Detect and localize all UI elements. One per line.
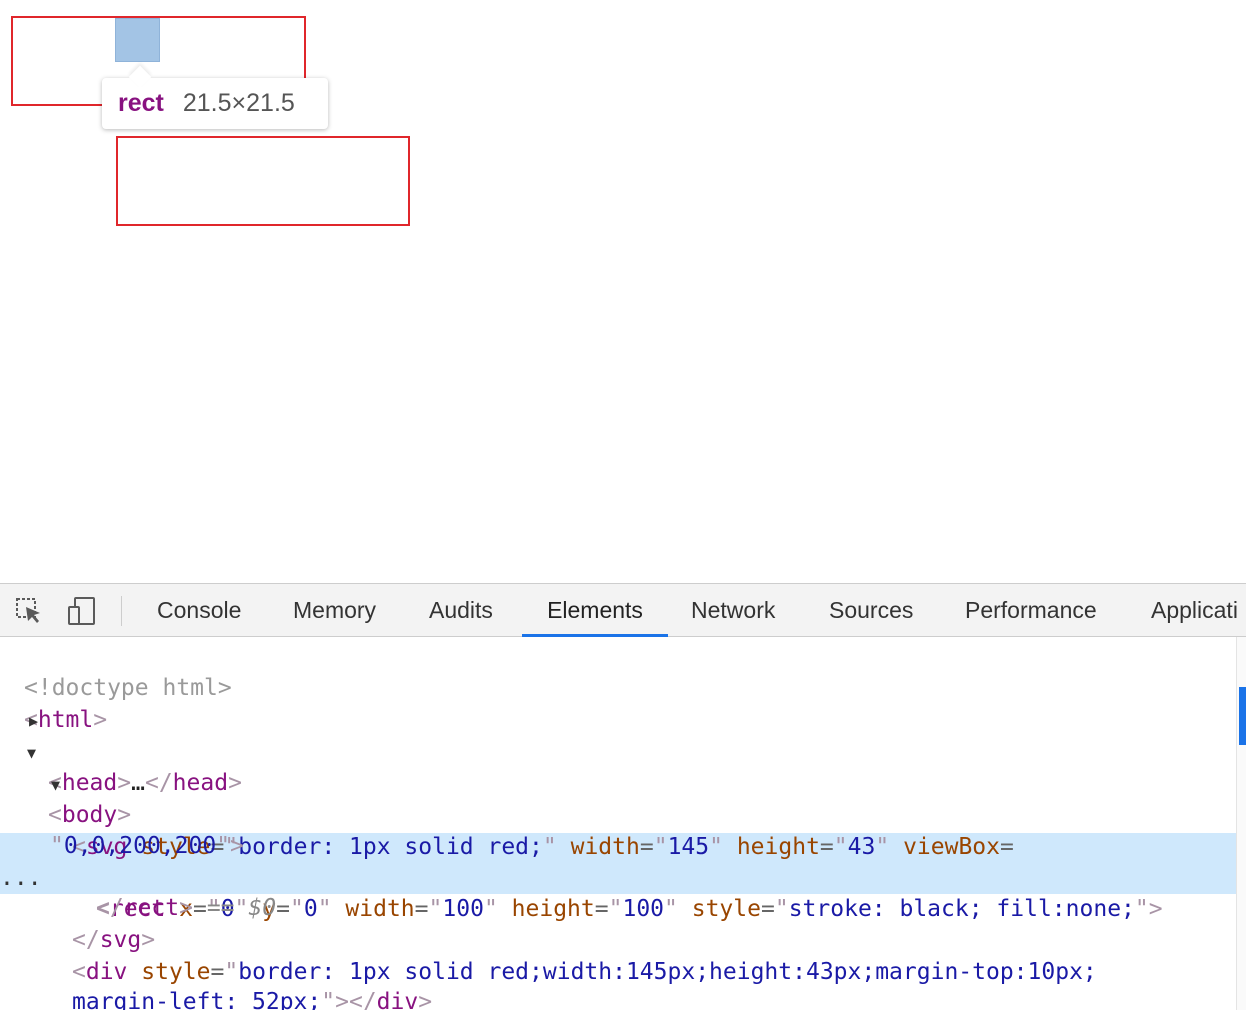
div-element-box — [116, 136, 410, 226]
tab-console[interactable]: Console — [157, 584, 241, 637]
tab-memory[interactable]: Memory — [293, 584, 376, 637]
tab-sources[interactable]: Sources — [829, 584, 913, 637]
dom-node-html[interactable]: <html> — [0, 674, 1236, 733]
tab-performance[interactable]: Performance — [965, 584, 1097, 637]
dom-node-svg-cont: "0,0,200,200"> — [50, 833, 244, 859]
dom-tree: <!doctype html> <html> ▶ <head>…</head> … — [0, 637, 1236, 1010]
dom-node-head[interactable]: ▶ <head>…</head> — [0, 706, 1236, 796]
tooltip-tag-name: rect — [118, 89, 164, 117]
dom-node-body[interactable]: ▼ <body> — [0, 738, 1236, 828]
tooltip-dimensions: 21.5×21.5 — [182, 89, 295, 117]
dom-node-svg-close[interactable]: </svg> — [0, 894, 1236, 953]
dom-node-rect[interactable]: ... <rect x="0" y="0" width="100" height… — [0, 832, 1236, 922]
tab-network[interactable]: Network — [691, 584, 775, 637]
dom-node-div-cont: margin-left: 52px;"></div> — [0, 956, 1236, 1010]
inspect-element-icon[interactable] — [14, 596, 44, 626]
toolbar-separator — [121, 596, 122, 626]
dom-node-rect-close[interactable]: </rect> == $0 — [0, 862, 1236, 921]
dom-node-doctype[interactable]: <!doctype html> — [0, 642, 1236, 701]
devtools-toolbar: Console Memory Audits Elements Network S… — [0, 583, 1246, 637]
device-toolbar-icon[interactable] — [67, 596, 97, 626]
devtools-panel: Console Memory Audits Elements Network S… — [0, 583, 1246, 1010]
page-viewport: rect 21.5×21.5 — [0, 0, 1246, 583]
collapse-triangle-icon[interactable]: ▼ — [51, 770, 60, 801]
tab-elements[interactable]: Elements — [522, 584, 668, 637]
dom-node-body-close[interactable]: </body> — [0, 988, 1236, 1010]
scrollbar-thumb[interactable] — [1239, 687, 1246, 745]
collapse-triangle-icon[interactable]: ▼ — [27, 738, 36, 769]
rect-inspect-highlight — [115, 18, 160, 62]
inspect-tooltip: rect 21.5×21.5 — [102, 78, 328, 129]
dom-node-div[interactable]: <div style="border: 1px solid red;width:… — [0, 926, 1236, 985]
tab-audits[interactable]: Audits — [429, 584, 493, 637]
dom-node-svg[interactable]: ▼ <svg style="border: 1px solid red;" wi… — [0, 770, 1236, 860]
tab-application[interactable]: Applicati — [1151, 584, 1238, 637]
expand-triangle-icon[interactable]: ▶ — [29, 706, 38, 737]
